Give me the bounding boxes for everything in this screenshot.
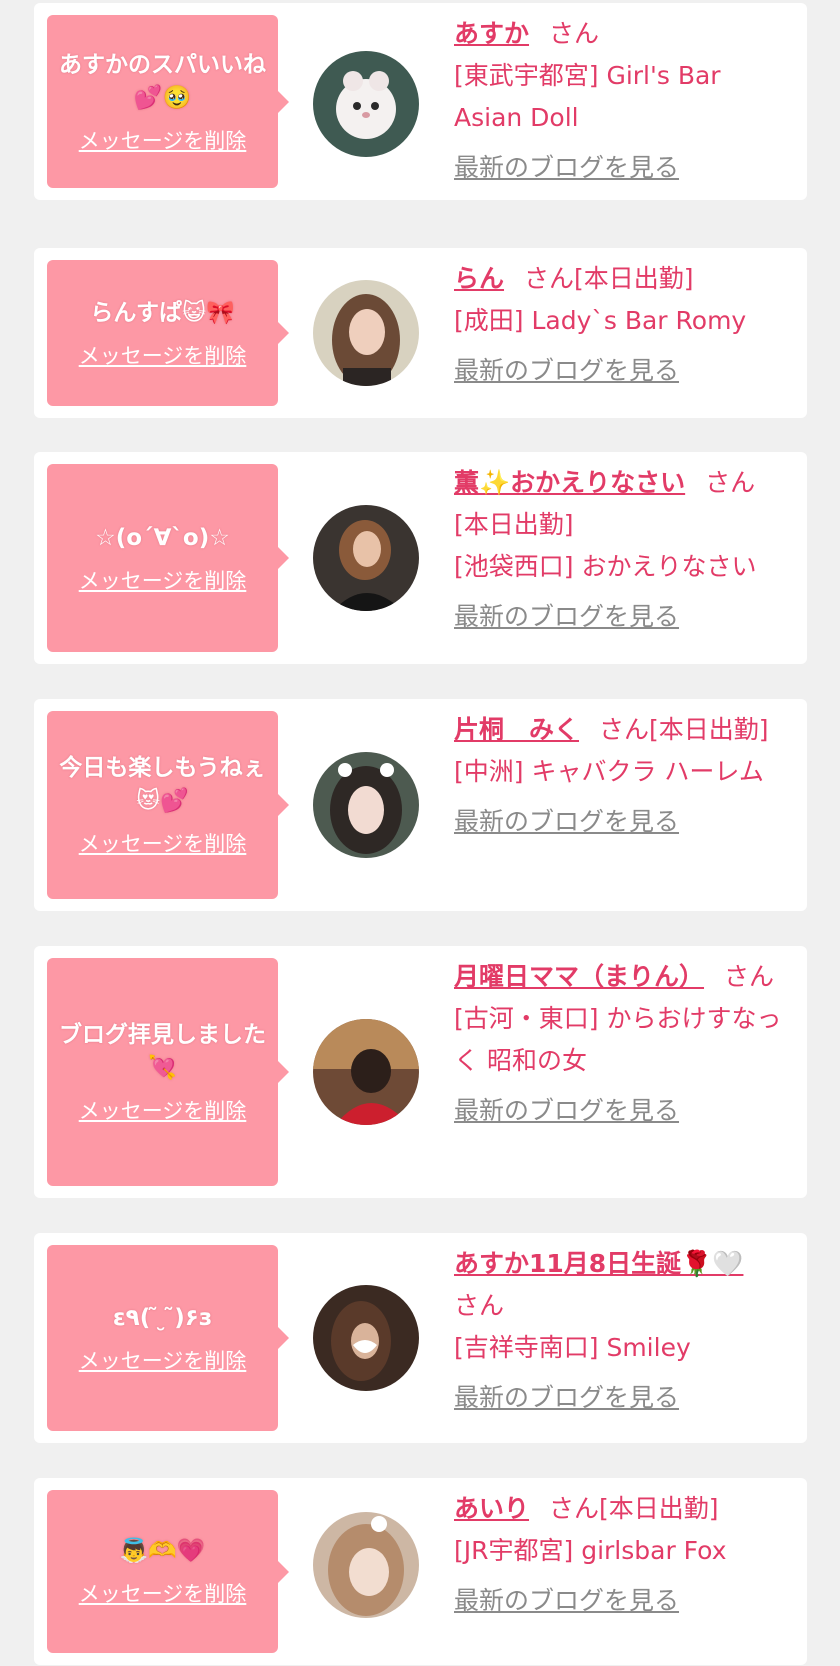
sender-info: あすか11月8日生誕🌹🤍 さん [吉祥寺南口] Smiley 最新のブログを見る	[454, 1243, 794, 1419]
sender-info: 片桐 みく さん[本日出勤] [中洲] キャバクラ ハーレム 最新のブログを見る	[454, 709, 794, 843]
sender-name-link[interactable]: 月曜日ママ（まりん）	[454, 962, 704, 991]
shop-name: [成田] Lady`s Bar Romy	[454, 306, 747, 335]
blog-link[interactable]: 最新のブログを見る	[454, 1580, 679, 1622]
sender-name-link[interactable]: あいり	[454, 1494, 529, 1523]
message-card: らんすぱ😺🎀 メッセージを削除 らん さん[本日出勤] [成田] Lady`s B…	[34, 248, 807, 418]
message-text: ☆(o´∀`o)☆	[95, 524, 230, 551]
delete-message-button[interactable]: メッセージを削除	[79, 565, 247, 595]
delete-message-button[interactable]: メッセージを削除	[79, 1095, 247, 1125]
message-bubble: ☆(o´∀`o)☆ メッセージを削除	[47, 464, 289, 652]
message-card: あすかのスパいいね💕🥹 メッセージを削除 あすか さん [東武宇都宮] Girl'…	[34, 3, 807, 200]
sender-info: 月曜日ママ（まりん） さん [古河・東口] からおけすなっく 昭和の女 最新のブロ…	[454, 956, 794, 1132]
avatar-image	[313, 752, 419, 858]
message-bubble: あすかのスパいいね💕🥹 メッセージを削除	[47, 15, 289, 188]
shop-name: [吉祥寺南口] Smiley	[454, 1333, 691, 1362]
avatar[interactable]	[313, 51, 419, 157]
blog-link[interactable]: 最新のブログを見る	[454, 147, 679, 189]
shop-name: [中洲] キャバクラ ハーレム	[454, 757, 764, 786]
name-suffix: さん	[454, 1291, 505, 1320]
message-bubble: 👼🫶💗 メッセージを削除	[47, 1490, 289, 1653]
sender-name-link[interactable]: あすか11月8日生誕🌹🤍	[454, 1249, 743, 1278]
sender-name-link[interactable]: 薫✨おかえりなさい	[454, 468, 685, 497]
message-card: ☆(o´∀`o)☆ メッセージを削除 薫✨おかえりなさい さん [本日出勤] [池…	[34, 452, 807, 664]
message-card: 今日も楽しもうねぇ😻💕 メッセージを削除 片桐 みく さん[本日出勤] [中洲] …	[34, 699, 807, 911]
status-label: [本日出勤]	[454, 510, 574, 539]
name-suffix: さん[本日出勤]	[524, 264, 694, 293]
shop-name: [古河・東口] からおけすなっく 昭和の女	[454, 1004, 782, 1075]
message-text: 👼🫶💗	[119, 1538, 206, 1564]
message-bubble: ブログ拝見しました💘 メッセージを削除	[47, 958, 289, 1186]
message-card: ε٩( ̃ ̮ ̃)۶з メッセージを削除 あすか11月8日生誕🌹🤍 さん [吉…	[34, 1233, 807, 1443]
delete-message-button[interactable]: メッセージを削除	[79, 340, 247, 370]
sender-info: あすか さん [東武宇都宮] Girl's Bar Asian Doll 最新のブ…	[454, 13, 794, 189]
name-suffix: さん[本日出勤]	[599, 715, 769, 744]
avatar-image	[313, 280, 419, 386]
avatar-image	[313, 1019, 419, 1125]
delete-message-button[interactable]: メッセージを削除	[79, 1578, 247, 1608]
avatar[interactable]	[313, 1512, 419, 1618]
shop-name: [東武宇都宮] Girl's Bar Asian Doll	[454, 61, 721, 132]
avatar[interactable]	[313, 1019, 419, 1125]
avatar-image	[313, 1512, 419, 1618]
sender-info: 薫✨おかえりなさい さん [本日出勤] [池袋西口] おかえりなさい 最新のブログ…	[454, 462, 794, 638]
message-bubble: ε٩( ̃ ̮ ̃)۶з メッセージを削除	[47, 1245, 289, 1431]
avatar-image	[313, 51, 419, 157]
sender-name-link[interactable]: あすか	[454, 19, 529, 48]
name-suffix: さん	[705, 468, 756, 497]
message-text: 今日も楽しもうねぇ😻💕	[59, 755, 266, 814]
message-text: ブログ拝見しました💘	[59, 1022, 266, 1081]
shop-name: [JR宇都宮] girlsbar Fox	[454, 1536, 727, 1565]
message-bubble: 今日も楽しもうねぇ😻💕 メッセージを削除	[47, 711, 289, 899]
blog-link[interactable]: 最新のブログを見る	[454, 801, 679, 843]
message-text: ε٩( ̃ ̮ ̃)۶з	[112, 1304, 213, 1331]
message-text: あすかのスパいいね💕🥹	[59, 51, 266, 111]
sender-name-link[interactable]: 片桐 みく	[454, 715, 579, 744]
avatar[interactable]	[313, 505, 419, 611]
name-suffix: さん[本日出勤]	[549, 1494, 719, 1523]
name-suffix: さん	[549, 19, 600, 48]
message-card: ブログ拝見しました💘 メッセージを削除 月曜日ママ（まりん） さん [古河・東口]…	[34, 946, 807, 1198]
name-suffix: さん	[724, 962, 775, 991]
sender-name-link[interactable]: らん	[454, 264, 504, 293]
message-bubble: らんすぱ😺🎀 メッセージを削除	[47, 260, 289, 406]
blog-link[interactable]: 最新のブログを見る	[454, 596, 679, 638]
delete-message-button[interactable]: メッセージを削除	[79, 125, 247, 155]
delete-message-button[interactable]: メッセージを削除	[79, 828, 247, 858]
delete-message-button[interactable]: メッセージを削除	[79, 1345, 247, 1375]
blog-link[interactable]: 最新のブログを見る	[454, 350, 679, 392]
avatar[interactable]	[313, 752, 419, 858]
blog-link[interactable]: 最新のブログを見る	[454, 1377, 679, 1419]
sender-info: らん さん[本日出勤] [成田] Lady`s Bar Romy 最新のブログを見…	[454, 258, 794, 392]
blog-link[interactable]: 最新のブログを見る	[454, 1090, 679, 1132]
avatar-image	[313, 505, 419, 611]
shop-name: [池袋西口] おかえりなさい	[454, 552, 757, 581]
avatar[interactable]	[313, 280, 419, 386]
message-card: 👼🫶💗 メッセージを削除 あいり さん[本日出勤] [JR宇都宮] girlsba…	[34, 1478, 807, 1665]
avatar-image	[313, 1285, 419, 1391]
message-text: らんすぱ😺🎀	[90, 299, 235, 326]
avatar[interactable]	[313, 1285, 419, 1391]
sender-info: あいり さん[本日出勤] [JR宇都宮] girlsbar Fox 最新のブログを…	[454, 1488, 794, 1622]
